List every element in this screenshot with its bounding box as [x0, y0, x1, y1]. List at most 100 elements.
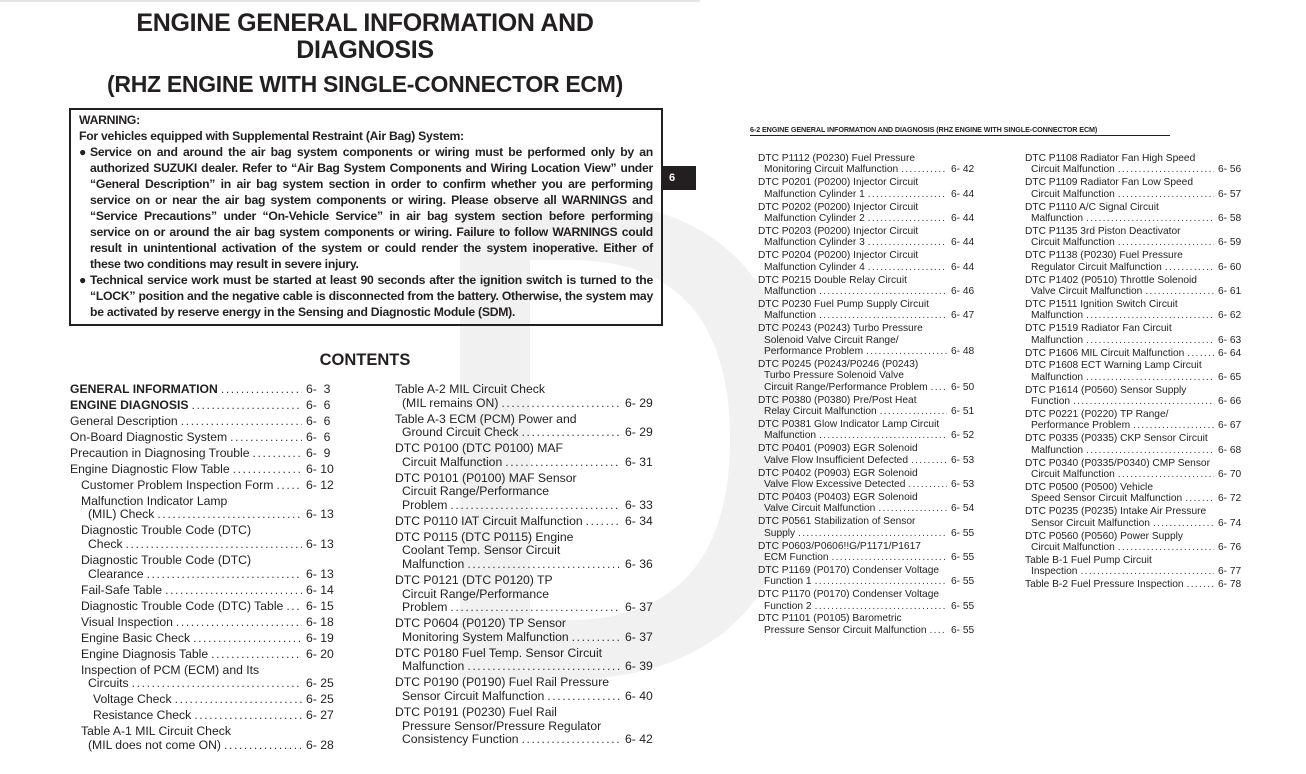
toc-entry[interactable]: DTC P0101 (P0100) MAF Sensor Circuit Rang…	[395, 471, 665, 513]
toc-entry[interactable]: DTC P0401 (P0903) EGR Solenoid Valve Flow…	[758, 443, 984, 466]
toc-entry[interactable]: Fail-Safe Table.........................…	[70, 583, 346, 598]
toc-entry[interactable]: Diagnostic Trouble Code (DTC) Clearance..…	[70, 553, 346, 581]
toc-entry[interactable]: DTC P0190 (P0190) Fuel Rail Pressure Sens…	[395, 676, 665, 703]
toc-entry-text: DTC P0604 (P0120) TP Sensor	[395, 616, 566, 631]
dot-leader: ........................................…	[878, 503, 947, 515]
toc-entry-text: On-Board Diagnostic System	[70, 429, 228, 444]
toc-entry[interactable]: DTC P1110 A/C Signal Circuit Malfunction.…	[1025, 202, 1251, 225]
toc-entry[interactable]: DTC P0245 (P0243/P0246 (P0243) Turbo Pres…	[758, 359, 984, 393]
toc-entry[interactable]: Table B-1 Fuel Pump Circuit Inspection...…	[1025, 555, 1251, 578]
toc-page-number: 6- 60	[1218, 261, 1242, 273]
toc-entry[interactable]: GENERAL INFORMATION.....................…	[70, 382, 346, 397]
toc-entry[interactable]: Table A-2 MIL Circuit Check (MIL remains …	[395, 382, 665, 410]
toc-entry[interactable]: ENGINE DIAGNOSIS........................…	[70, 398, 346, 413]
dot-leader: ........................................…	[193, 631, 302, 645]
toc-entry[interactable]: DTC P1170 (P0170) Condenser Voltage Funct…	[758, 589, 984, 612]
toc-entry-text: (MIL does not come ON)	[88, 737, 221, 752]
toc-entry[interactable]: DTC P1135 3rd Piston Deactivator Circuit …	[1025, 226, 1251, 249]
toc-entry-text: Visual Inspection	[81, 614, 173, 629]
toc-entry[interactable]: Table B-2 Fuel Pressure Inspection......…	[1025, 579, 1251, 590]
toc-page-number: 6- 28	[306, 737, 334, 752]
toc-entry[interactable]: DTC P0340 (P0335/P0340) CMP Sensor Circui…	[1025, 458, 1251, 481]
toc-entry[interactable]: DTC P1109 Radiator Fan Low Speed Circuit …	[1025, 177, 1251, 200]
dot-leader: ........................................…	[125, 538, 302, 552]
toc-entry[interactable]: DTC P0402 (P0903) EGR Solenoid Valve Flow…	[758, 468, 984, 491]
toc-entry[interactable]: DTC P0191 (P0230) Fuel Rail Pressure Sens…	[395, 705, 665, 747]
toc-entry[interactable]: Engine Basic Check......................…	[70, 631, 346, 646]
toc-entry[interactable]: DTC P0100 (DTC P0100) MAF Circuit Malfunc…	[395, 442, 665, 469]
toc-entry-text: Inspection	[1031, 566, 1078, 578]
toc-entry[interactable]: DTC P1402 (P0510) Throttle Solenoid Valve…	[1025, 275, 1251, 298]
toc-entry-text: Voltage Check	[93, 692, 172, 707]
toc-entry-text: Circuit Malfunction	[1031, 188, 1115, 200]
toc-entry[interactable]: DTC P0243 (P0243) Turbo Pressure Solenoid…	[758, 323, 984, 357]
warning-bullet-text: Service on and around the air bag system…	[90, 145, 653, 271]
toc-entry[interactable]: DTC P1608 ECT Warning Lamp Circuit Malfun…	[1025, 360, 1251, 383]
toc-entry[interactable]: DTC P0215 Double Relay Circuit Malfunctio…	[758, 275, 984, 298]
toc-entry[interactable]: Engine Diagnostic Flow Table............…	[70, 462, 346, 477]
toc-entry[interactable]: Engine Diagnosis Table..................…	[70, 647, 346, 662]
toc-entry[interactable]: DTC P0381 Glow Indicator Lamp Circuit Mal…	[758, 419, 984, 442]
dot-leader: ........................................…	[1186, 579, 1214, 591]
toc-entry[interactable]: DTC P0202 (P0200) Injector Circuit Malfun…	[758, 202, 984, 225]
toc-entry[interactable]: DTC P0335 (P0335) CKP Sensor Circuit Malf…	[1025, 433, 1251, 456]
toc-page-number: 6- 50	[951, 381, 975, 393]
toc-entry[interactable]: Visual Inspection.......................…	[70, 614, 346, 630]
toc-entry[interactable]: DTC P1606 MIL Circuit Malfunction.......…	[1025, 348, 1251, 359]
toc-entry[interactable]: Voltage Check...........................…	[70, 693, 346, 707]
toc-entry-text: Table A-1 MIL Circuit Check	[81, 724, 231, 739]
toc-entry[interactable]: Customer Problem Inspection Form........…	[70, 478, 346, 493]
toc-entry[interactable]: DTC P0561 Stabilization of Sensor Supply.…	[758, 516, 984, 539]
toc-entry-text: Monitoring Circuit Malfunction	[764, 164, 899, 176]
toc-entry[interactable]: DTC P0201 (P0200) Injector Circuit Malfun…	[758, 177, 984, 200]
toc-entry[interactable]: DTC P0560 (P0560) Power Supply Circuit Ma…	[1025, 531, 1251, 554]
toc-entry[interactable]: DTC P0604 (P0120) TP Sensor Monitoring Sy…	[395, 617, 665, 644]
toc-entry[interactable]: DTC P1101 (P0105) Barometric Pressure Sen…	[758, 613, 984, 636]
toc-entry[interactable]: Table A-3 ECM (PCM) Power and Ground Circ…	[395, 412, 665, 440]
dot-leader: ........................................…	[146, 567, 302, 581]
toc-entry[interactable]: DTC P1112 (P0230) Fuel Pressure Monitorin…	[758, 153, 984, 176]
toc-entry[interactable]: DTC P1138 (P0230) Fuel Pressure Regulator…	[1025, 250, 1251, 273]
toc-entry[interactable]: DTC P1108 Radiator Fan High Speed Circuit…	[1025, 153, 1251, 176]
toc-entry-text: DTC P0190 (P0190) Fuel Rail Pressure	[395, 675, 610, 690]
toc-entry[interactable]: DTC P0180 Fuel Temp. Sensor Circuit Malfu…	[395, 646, 665, 674]
toc-entry[interactable]: DTC P0221 (P0220) TP Range/Performance P…	[1025, 409, 1251, 432]
toc-entry[interactable]: DTC P1614 (P0560) Sensor Supply Function.…	[1025, 385, 1251, 408]
toc-entry[interactable]: Diagnostic Trouble Code (DTC) Check......…	[70, 524, 346, 551]
toc-entry-text: Function 1	[764, 576, 812, 588]
toc-entry[interactable]: DTC P0110 IAT Circuit Malfunction.......…	[395, 514, 665, 529]
toc-left-column: GENERAL INFORMATION.....................…	[70, 382, 346, 755]
toc-entry[interactable]: DTC P0603/P0606!!G/P1171/P1617 ECM Functi…	[758, 541, 984, 564]
toc-entry[interactable]: DTC P1511 Ignition Switch Circuit Malfunc…	[1025, 299, 1251, 322]
toc-entry[interactable]: DTC P0115 (DTC P0115) Engine Coolant Temp…	[395, 530, 665, 572]
toc-entry[interactable]: DTC P0235 (P0235) Intake Air Pressure Sen…	[1025, 506, 1251, 529]
toc-entry[interactable]: DTC P0380 (P0380) Pre/Post Heat Relay Cir…	[758, 395, 984, 418]
section-tab[interactable]: 6	[663, 166, 696, 190]
toc-entry[interactable]: On-Board Diagnostic System..............…	[70, 429, 346, 445]
toc-entry-text: DTC P1511 Ignition Switch Circuit	[1025, 298, 1178, 310]
toc-entry[interactable]: General Description.....................…	[70, 414, 346, 429]
toc-entry[interactable]: Inspection of PCM (ECM) and Its Circuits.…	[70, 663, 346, 691]
toc-entry[interactable]: Table A-1 MIL Circuit Check (MIL does not…	[70, 724, 346, 752]
dot-leader: ........................................…	[1164, 261, 1214, 273]
toc-entry[interactable]: DTC P0203 (P0200) Injector Circuit Malfun…	[758, 226, 984, 249]
toc-entry[interactable]: Precaution in Diagnosing Trouble........…	[70, 446, 346, 461]
toc-entry[interactable]: DTC P0121 (DTC P0120) TP Circuit Range/Pe…	[395, 573, 665, 615]
toc-entry[interactable]: Resistance Check........................…	[70, 709, 346, 723]
toc-entry-text: DTC P0215 Double Relay Circuit	[758, 274, 907, 286]
toc-entry[interactable]: DTC P1519 Radiator Fan Circuit Malfunctio…	[1025, 323, 1251, 346]
toc-entry[interactable]: DTC P0403 (P0403) EGR Solenoid Valve Circ…	[758, 492, 984, 515]
toc-entry[interactable]: DTC P0204 (P0200) Injector Circuit Malfun…	[758, 250, 984, 273]
toc-page-number: 6- 39	[625, 659, 653, 674]
toc-page-number: 6- 51	[951, 406, 975, 418]
toc-entry[interactable]: DTC P0500 (P0500) Vehicle Speed Sensor Ci…	[1025, 482, 1251, 505]
toc-entry-text: DTC P0403 (P0403) EGR Solenoid	[758, 491, 918, 503]
toc-entry[interactable]: DTC P1169 (P0170) Condenser Voltage Funct…	[758, 565, 984, 588]
toc-entry[interactable]: Malfunction Indicator Lamp (MIL) Check...…	[70, 494, 346, 522]
toc-entry[interactable]: DTC P0230 Fuel Pump Supply Circuit Malfun…	[758, 299, 984, 322]
toc-entry[interactable]: Diagnostic Trouble Code (DTC) Table.....…	[70, 599, 346, 614]
toc-page-number: 6- 58	[1218, 213, 1242, 225]
toc-page-number: 6- 37	[625, 629, 653, 644]
warning-box: WARNING: For vehicles equipped with Supp…	[69, 108, 663, 326]
toc-page-number: 6- 33	[625, 497, 653, 512]
